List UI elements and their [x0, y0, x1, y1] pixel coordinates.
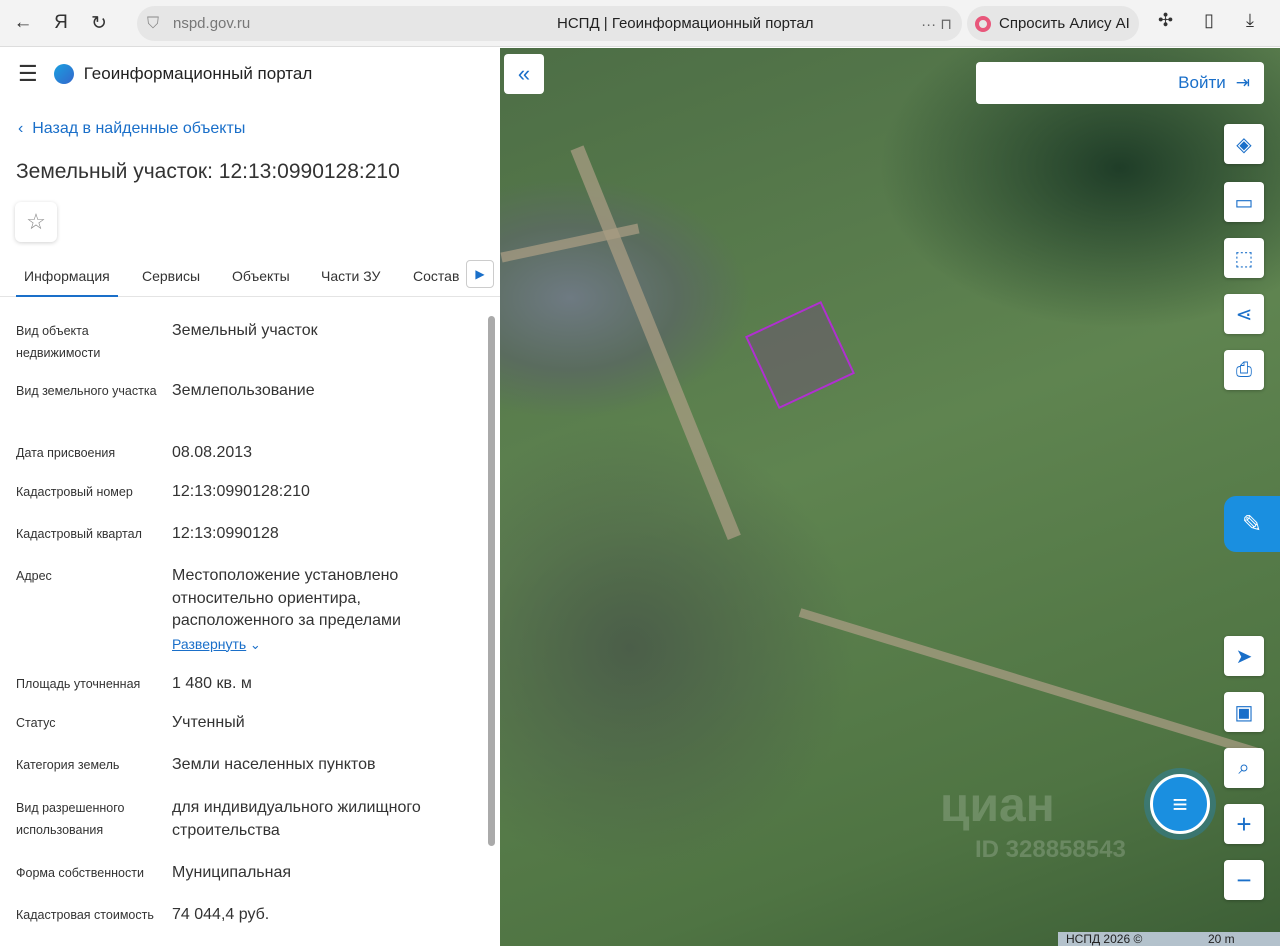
field-value: 12:13:0990128:210 — [172, 483, 310, 500]
page-title: Земельный участок: 12:13:0990128:210 — [16, 160, 400, 183]
minimap-icon[interactable]: ▣ — [1224, 692, 1264, 732]
tab-info[interactable]: Информация — [16, 268, 118, 297]
road — [570, 145, 741, 541]
field-label: Вид разрешенного использования — [16, 801, 125, 837]
field-label: Дата присвоения — [16, 446, 116, 460]
field-value: 74 044,4 руб. — [172, 906, 270, 923]
field-label: Кадастровая стоимость — [16, 908, 154, 922]
bookmark-icon[interactable]: ··· ⊓ — [921, 15, 952, 33]
object-panel: ☰ Геоинформационный портал ‹ Назад в най… — [0, 48, 500, 946]
chevron-down-icon[interactable]: ⌄ — [246, 637, 261, 652]
reload-icon[interactable]: ↻ — [84, 8, 114, 38]
share-icon[interactable]: ⋖ — [1224, 294, 1264, 334]
search-location-icon[interactable]: ⌕ — [1224, 748, 1264, 788]
zoom-out-icon[interactable]: − — [1224, 860, 1264, 900]
selected-parcel[interactable] — [745, 300, 855, 410]
field-value: Муниципальная — [172, 864, 292, 881]
logo-icon — [53, 64, 74, 84]
zoom-in-icon[interactable]: + — [1224, 804, 1264, 844]
collapse-panel-button[interactable]: « — [504, 54, 544, 94]
address-text: Местоположение установлено относительно … — [172, 567, 401, 629]
print-icon[interactable]: ⎙ — [1224, 350, 1264, 390]
feedback-icon[interactable]: ✎ — [1224, 496, 1280, 552]
field-label: Статус — [16, 716, 56, 730]
field-value: 08.08.2013 — [172, 444, 253, 461]
browser-toolbar: ← Я ↻ ⛉ nspd.gov.ru НСПД | Геоинформацио… — [0, 0, 1280, 47]
field-value: 12:13:0990128 — [172, 525, 279, 542]
login-label: Войти — [1178, 73, 1226, 92]
field-label: Форма собственности — [16, 866, 144, 880]
field-value: Земельный участок — [172, 322, 318, 339]
field-label: Кадастровый номер — [16, 485, 133, 499]
login-icon: ⇥ — [1235, 73, 1250, 92]
tab-services[interactable]: Сервисы — [142, 268, 200, 284]
field-label: Адрес — [16, 569, 52, 583]
login-button[interactable]: Войти ⇥ — [976, 62, 1264, 104]
field-value: 1 480 кв. м — [172, 675, 252, 692]
alice-label: Спросить Алису AI — [999, 15, 1130, 32]
layers-icon[interactable]: ◈ — [1224, 124, 1264, 164]
field-label: Кадастровый квартал — [16, 527, 142, 541]
map-view[interactable]: циан ID 328858543 « Войти ⇥ ◈ ▭ ⬚ ⋖ ⎙ ✎ ➤… — [500, 48, 1280, 946]
extensions-icon[interactable]: ✣ — [1158, 10, 1173, 31]
wallet-icon[interactable]: ▯ — [1204, 10, 1214, 31]
watermark: циан — [940, 779, 1055, 832]
field-value: Учтенный — [172, 714, 245, 731]
scale-bar: 20 m — [1208, 932, 1235, 946]
menu-icon[interactable]: ☰ — [18, 61, 38, 87]
field-value: Местоположение установлено относительно … — [172, 565, 472, 656]
tabs-next-icon[interactable]: ▶ — [466, 260, 494, 288]
select-area-icon[interactable]: ⬚ — [1224, 238, 1264, 278]
field-value: Земли населенных пунктов — [172, 756, 376, 773]
chat-icon[interactable]: ≡ — [1150, 774, 1210, 834]
tab-parts[interactable]: Части ЗУ — [321, 268, 380, 284]
expand-link[interactable]: Развернуть — [172, 636, 246, 652]
field-label: Площадь уточненная — [16, 677, 141, 691]
back-arrow-icon[interactable]: ← — [8, 8, 38, 38]
tab-composition[interactable]: Состав — [413, 268, 459, 284]
tab-objects[interactable]: Объекты — [232, 268, 290, 284]
download-icon[interactable]: ⤓ — [1246, 10, 1254, 31]
geolocation-icon[interactable]: ➤ — [1224, 636, 1264, 676]
field-value: Землепользование — [172, 382, 315, 399]
address-bar[interactable]: ⛉ nspd.gov.ru НСПД | Геоинформационный п… — [137, 6, 962, 41]
field-label: Вид объекта недвижимости — [16, 324, 101, 360]
url-text: nspd.gov.ru — [173, 15, 251, 32]
field-label: Категория земель — [16, 758, 120, 772]
attribution-text: НСПД 2026 © — [1066, 932, 1143, 946]
brand: Геоинформационный портал — [83, 64, 313, 83]
field-value: для индивидуального жилищного строительс… — [172, 799, 421, 839]
chevron-left-icon: ‹ — [18, 120, 33, 137]
alice-icon — [975, 15, 991, 32]
watermark-id: ID 328858543 — [975, 836, 1126, 863]
field-label: Вид земельного участка — [16, 384, 157, 398]
road — [798, 608, 1261, 758]
alice-button[interactable]: Спросить Алису AI — [967, 6, 1139, 41]
favorite-star-icon[interactable]: ☆ — [15, 202, 57, 242]
back-link-label: Назад в найденные объекты — [32, 120, 246, 137]
ruler-icon[interactable]: ▭ — [1224, 182, 1264, 222]
scrollbar[interactable] — [488, 316, 495, 846]
tab-title: НСПД | Геоинформационный портал — [557, 15, 814, 32]
map-attribution: НСПД 2026 © 20 m — [1058, 932, 1280, 946]
yandex-icon[interactable]: Я — [46, 8, 76, 38]
tabs: Информация Сервисы Объекты Части ЗУ Сост… — [0, 260, 500, 297]
back-link[interactable]: ‹ Назад в найденные объекты — [18, 120, 245, 138]
shield-icon: ⛉ — [147, 14, 160, 32]
